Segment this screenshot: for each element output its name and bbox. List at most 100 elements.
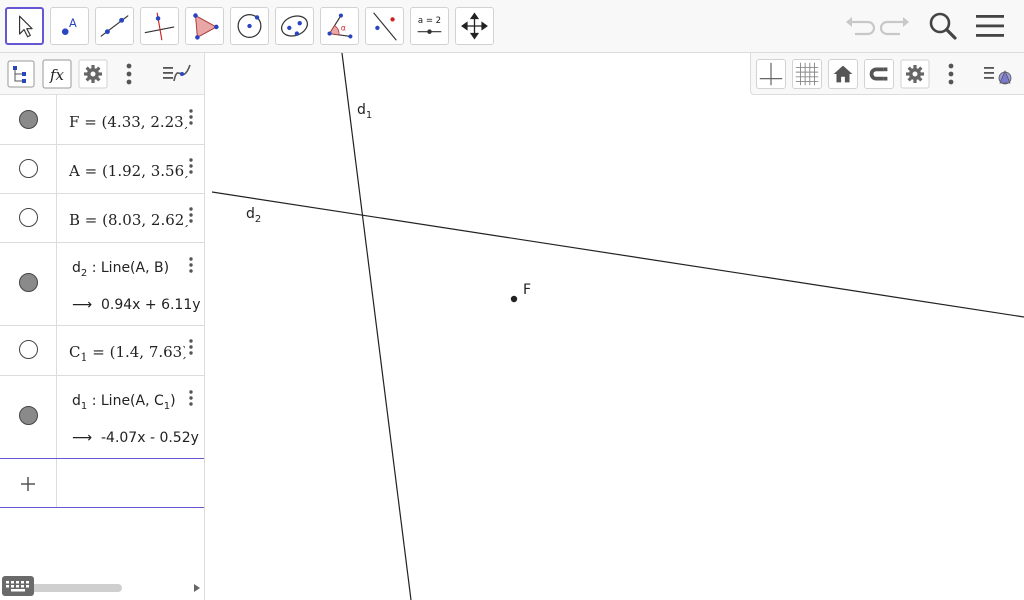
vertical-dots-icon bbox=[189, 257, 193, 273]
visibility-toggle-A[interactable] bbox=[19, 159, 38, 178]
point-tool-button[interactable]: A bbox=[50, 7, 89, 45]
marble-cell bbox=[0, 95, 57, 144]
output-arrow: ⟶ bbox=[72, 430, 93, 446]
ellipse-tool-button[interactable] bbox=[275, 7, 314, 45]
entry-value: = (4.33, 2.23) bbox=[79, 113, 190, 131]
undo-button[interactable] bbox=[841, 8, 877, 44]
algebra-view-menu-button[interactable] bbox=[162, 59, 192, 89]
svg-text:fx: fx bbox=[49, 66, 65, 84]
row-menu-button[interactable] bbox=[185, 205, 197, 225]
algebra-settings-button[interactable] bbox=[78, 59, 108, 89]
entry-definition: : Line(A, B) bbox=[87, 260, 170, 276]
row-menu-button[interactable] bbox=[185, 388, 197, 408]
row-menu-button[interactable] bbox=[185, 337, 197, 357]
marble-cell bbox=[0, 194, 57, 242]
ellipse-tool-icon bbox=[281, 15, 308, 37]
undo-icon bbox=[846, 17, 876, 36]
plus-icon[interactable] bbox=[15, 471, 41, 497]
main-toolbar: A α a = 2 bbox=[0, 0, 1024, 53]
entry-definition: : Line(A, C bbox=[87, 393, 164, 409]
visibility-toggle-C1[interactable] bbox=[19, 340, 38, 359]
row-menu-button[interactable] bbox=[185, 156, 197, 176]
algebra-row-C1[interactable]: C1 = (1.4, 7.63) bbox=[0, 326, 204, 376]
graphics-view-menu-button[interactable] bbox=[983, 59, 1013, 89]
angle-tool-button[interactable]: α bbox=[320, 7, 359, 45]
scroll-right-arrow-icon[interactable] bbox=[193, 583, 201, 593]
visibility-toggle-F[interactable] bbox=[19, 110, 38, 129]
standard-view-button[interactable] bbox=[828, 59, 858, 89]
algebra-entry-B[interactable]: B = (8.03, 2.62) bbox=[69, 211, 190, 229]
algebra-entry-F[interactable]: F = (4.33, 2.23) bbox=[69, 113, 190, 131]
entry-name: C bbox=[69, 343, 81, 361]
graphics-more-button[interactable] bbox=[936, 59, 966, 89]
slider-tool-button[interactable]: a = 2 bbox=[410, 7, 449, 45]
label-F[interactable]: F bbox=[523, 282, 531, 298]
move-graphics-view-tool-button[interactable] bbox=[455, 7, 494, 45]
algebra-row-A[interactable]: A = (1.92, 3.56) bbox=[0, 145, 204, 194]
label-d1-name: d bbox=[357, 102, 366, 118]
label-d2-subscript: 2 bbox=[255, 214, 261, 225]
hamburger-menu-icon bbox=[976, 15, 1004, 37]
line-tool-button[interactable] bbox=[95, 7, 134, 45]
slider-tool-label: a = 2 bbox=[418, 16, 441, 26]
algebra-tree-button[interactable] bbox=[6, 59, 36, 89]
point-capturing-button[interactable] bbox=[864, 59, 894, 89]
algebra-description-button[interactable]: fx bbox=[42, 59, 72, 89]
vertical-dots-icon bbox=[189, 109, 193, 125]
point-F[interactable] bbox=[510, 295, 518, 303]
circle-tool-button[interactable] bbox=[230, 7, 269, 45]
algebra-input-row[interactable] bbox=[0, 458, 204, 508]
graphics-canvas[interactable]: d1 d2 F bbox=[212, 53, 1024, 600]
graphics-settings-button[interactable] bbox=[900, 59, 930, 89]
redo-button[interactable] bbox=[878, 8, 914, 44]
move-tool-button[interactable] bbox=[5, 7, 44, 45]
move-graphics-view-tool-icon bbox=[461, 12, 488, 40]
polygon-tool-icon bbox=[193, 13, 219, 40]
visibility-toggle-B[interactable] bbox=[19, 208, 38, 227]
algebra-row-d1[interactable]: d1 : Line(A, C1) ⟶ -4.07x - 0.52y = -9.6… bbox=[0, 376, 204, 458]
reflect-tool-button[interactable] bbox=[365, 7, 404, 45]
algebra-entry-C1[interactable]: C1 = (1.4, 7.63) bbox=[69, 343, 188, 364]
toggle-grid-button[interactable] bbox=[792, 59, 822, 89]
perpendicular-line-tool-button[interactable] bbox=[140, 7, 179, 45]
vertical-dots-icon bbox=[189, 207, 193, 223]
visibility-toggle-d2[interactable] bbox=[19, 273, 38, 292]
virtual-keyboard-button[interactable] bbox=[2, 576, 34, 596]
algebra-row-B[interactable]: B = (8.03, 2.62) bbox=[0, 194, 204, 243]
home-icon bbox=[833, 65, 853, 83]
algebra-output-d1: ⟶ -4.07x - 0.52y = -9.66 bbox=[72, 430, 204, 446]
label-d2[interactable]: d2 bbox=[246, 206, 261, 225]
search-icon bbox=[929, 12, 957, 40]
slider-tool-icon: a = 2 bbox=[417, 16, 442, 34]
main-menu-button[interactable] bbox=[972, 8, 1008, 44]
label-d1[interactable]: d1 bbox=[357, 102, 372, 121]
algebra-definition-d1[interactable]: d1 : Line(A, C1) bbox=[72, 393, 176, 412]
graphics-view[interactable]: d1 d2 F bbox=[212, 53, 1024, 600]
marble-cell bbox=[0, 376, 57, 458]
algebra-more-button[interactable] bbox=[114, 59, 144, 89]
vertical-dots-icon bbox=[189, 339, 193, 355]
vertical-dots-icon bbox=[126, 63, 132, 85]
visibility-toggle-d1[interactable] bbox=[19, 406, 38, 425]
row-menu-button[interactable] bbox=[185, 255, 197, 275]
entry-name: d bbox=[72, 393, 81, 409]
svg-text:α: α bbox=[341, 24, 346, 33]
row-menu-button[interactable] bbox=[185, 107, 197, 127]
algebra-view-header: fx bbox=[0, 53, 204, 95]
angle-tool-icon: α bbox=[327, 13, 353, 39]
marble-cell bbox=[0, 243, 57, 325]
search-button[interactable] bbox=[925, 8, 961, 44]
toggle-axes-button[interactable] bbox=[756, 59, 786, 89]
algebra-row-d2[interactable]: d2 : Line(A, B) ⟶ 0.94x + 6.11y = 23.56 bbox=[0, 243, 204, 326]
entry-name: F bbox=[69, 113, 80, 131]
line-d1[interactable] bbox=[341, 53, 412, 600]
algebra-definition-d2[interactable]: d2 : Line(A, B) bbox=[72, 260, 169, 279]
magnet-icon bbox=[869, 67, 888, 81]
vertical-dots-icon bbox=[189, 390, 193, 406]
point-tool-icon: A bbox=[61, 16, 77, 35]
polygon-tool-button[interactable] bbox=[185, 7, 224, 45]
algebra-row-F[interactable]: F = (4.33, 2.23) bbox=[0, 95, 204, 145]
grid-icon bbox=[795, 62, 819, 86]
algebra-entry-A[interactable]: A = (1.92, 3.56) bbox=[69, 162, 190, 180]
line-d2[interactable] bbox=[212, 191, 1024, 318]
